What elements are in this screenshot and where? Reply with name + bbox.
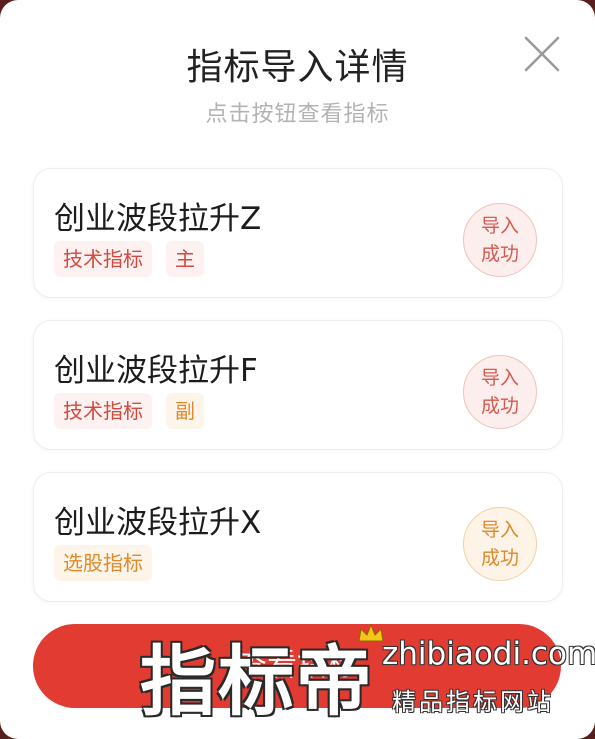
tag-chart: 主 (166, 241, 204, 277)
dialog-subtitle: 点击按钮查看指标 (205, 102, 390, 127)
import-success-stamp: 导入 成功 (463, 203, 537, 277)
tag-type: 选股指标 (54, 545, 152, 581)
stamp-line-1: 导入 (480, 519, 519, 541)
indicator-card[interactable]: 创业波段拉升X 选股指标 导入 成功 (33, 472, 563, 602)
watermark-slogan: 精品指标网站 (392, 688, 554, 716)
stamp-line-1: 导入 (480, 215, 519, 237)
stamp-line-2: 成功 (480, 395, 519, 417)
stamp-line-2: 成功 (480, 547, 519, 569)
import-success-stamp: 导入 成功 (463, 507, 537, 581)
dialog-title: 指标导入详情 (186, 47, 409, 88)
tag-type: 技术指标 (54, 241, 152, 277)
tag-chart: 副 (166, 393, 204, 429)
indicator-card[interactable]: 创业波段拉升F 技术指标 副 导入 成功 (33, 320, 563, 450)
watermark-url: zhibiaodi.com (382, 636, 595, 672)
import-success-stamp: 导入 成功 (463, 355, 537, 429)
crown-icon (358, 623, 384, 642)
import-details-dialog: 指标导入详情 点击按钮查看指标 创业波段拉升Z 技术指标 主 导入 成功 创业波… (0, 0, 595, 739)
indicator-name: 创业波段拉升Z (54, 201, 262, 237)
watermark-logo: 指标帝 (140, 637, 374, 726)
indicator-name: 创业波段拉升F (54, 353, 258, 389)
indicator-card[interactable]: 创业波段拉升Z 技术指标 主 导入 成功 (33, 168, 563, 298)
tag-type: 技术指标 (54, 393, 152, 429)
close-icon[interactable] (520, 32, 564, 76)
stamp-line-2: 成功 (480, 243, 519, 265)
stamp-line-1: 导入 (480, 367, 519, 389)
indicator-name: 创业波段拉升X (54, 505, 262, 541)
